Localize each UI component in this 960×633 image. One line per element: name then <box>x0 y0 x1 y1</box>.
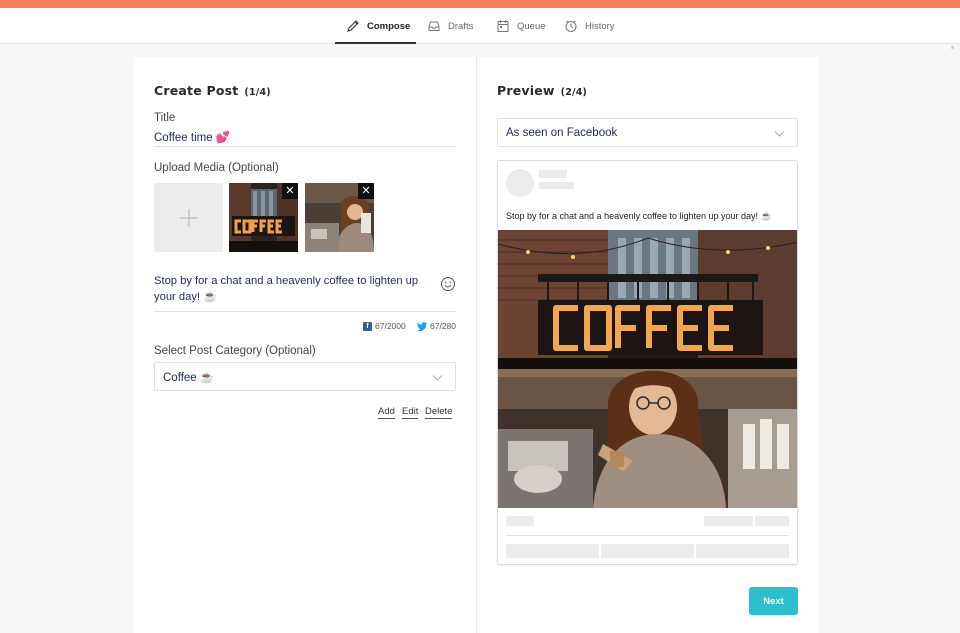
tab-history-label: History <box>585 20 615 32</box>
top-navigation: Compose Drafts Queue History <box>0 8 960 44</box>
post-category-select[interactable]: Coffee ☕ <box>154 362 456 391</box>
facebook-icon: f <box>363 321 372 331</box>
title-input[interactable]: Coffee time 💕 <box>154 130 230 144</box>
date-placeholder <box>539 182 574 189</box>
tab-drafts-label: Drafts <box>448 20 474 32</box>
comments-count-placeholder <box>704 516 753 526</box>
remove-media-2-button[interactable]: ✕ <box>358 183 374 199</box>
preview-platform-select[interactable]: As seen on Facebook <box>497 118 798 147</box>
delete-category-link[interactable]: Delete <box>425 406 453 419</box>
post-caption-input[interactable]: Stop by for a chat and a heavenly coffee… <box>154 273 424 305</box>
tab-compose-label: Compose <box>367 20 411 32</box>
preview-panel: Preview (2/4) As seen on Facebook Stop by… <box>477 57 819 633</box>
create-post-title: Create Post <box>154 83 239 98</box>
title-input-underline <box>154 146 456 147</box>
scroll-indicator <box>951 46 954 49</box>
edit-category-link[interactable]: Edit <box>402 406 419 419</box>
remove-media-1-button[interactable]: ✕ <box>282 183 298 199</box>
clock-icon <box>565 20 577 32</box>
tab-compose[interactable]: Compose <box>346 8 410 44</box>
title-label: Title <box>154 112 176 124</box>
twitter-character-counter: 67/280 <box>417 321 456 331</box>
preview-platform-value: As seen on Facebook <box>506 126 618 139</box>
reactions-placeholder <box>506 516 534 526</box>
twitter-icon <box>417 321 427 331</box>
preview-heading: Preview (2/4) <box>497 83 587 98</box>
shares-count-placeholder <box>755 516 789 526</box>
twitter-count: 67/280 <box>430 321 456 331</box>
post-category-value: Coffee ☕ <box>163 371 215 384</box>
active-tab-indicator <box>335 42 416 44</box>
accent-top-bar <box>0 0 960 8</box>
chevron-down-icon <box>432 375 443 381</box>
facebook-count: 67/2000 <box>375 321 406 331</box>
media-thumbnail-coffee-sign[interactable]: ✕ <box>229 183 298 252</box>
next-button[interactable]: Next <box>749 587 798 615</box>
share-button-placeholder <box>696 544 789 558</box>
chevron-down-icon <box>774 131 785 137</box>
preview-image-barista <box>498 369 797 508</box>
tab-history[interactable]: History <box>564 8 615 44</box>
preview-title: Preview <box>497 83 555 98</box>
tab-drafts[interactable]: Drafts <box>427 8 473 44</box>
emoji-smiley-icon[interactable] <box>440 276 456 292</box>
facebook-post-preview: Stop by for a chat and a heavenly coffee… <box>497 160 798 565</box>
add-media-button[interactable] <box>154 183 223 252</box>
media-thumbnail-barista[interactable]: ✕ <box>305 183 374 252</box>
preview-image-coffee-sign <box>498 230 797 369</box>
create-post-panel: Create Post (1/4) Title Coffee time 💕 Upl… <box>134 57 477 633</box>
caption-underline <box>154 311 456 312</box>
coffee-sign-image <box>498 230 797 369</box>
create-post-heading: Create Post (1/4) <box>154 83 271 98</box>
tray-icon <box>428 21 440 31</box>
plus-icon <box>179 208 198 227</box>
tab-queue-label: Queue <box>517 20 546 32</box>
calendar-icon <box>497 20 509 32</box>
name-placeholder <box>539 170 567 178</box>
preview-caption: Stop by for a chat and a heavenly coffee… <box>506 211 772 221</box>
like-button-placeholder <box>506 544 599 558</box>
pencil-icon <box>347 20 359 32</box>
facebook-character-counter: f 67/2000 <box>363 321 406 331</box>
preview-action-divider <box>506 535 789 536</box>
upload-media-label: Upload Media (Optional) <box>154 162 279 174</box>
post-category-label: Select Post Category (Optional) <box>154 345 316 357</box>
avatar-placeholder <box>506 169 534 197</box>
barista-image <box>498 369 797 508</box>
create-post-step: (1/4) <box>244 87 271 98</box>
tab-queue[interactable]: Queue <box>496 8 546 44</box>
comment-button-placeholder <box>601 544 694 558</box>
preview-step: (2/4) <box>560 87 588 98</box>
add-category-link[interactable]: Add <box>378 406 395 419</box>
